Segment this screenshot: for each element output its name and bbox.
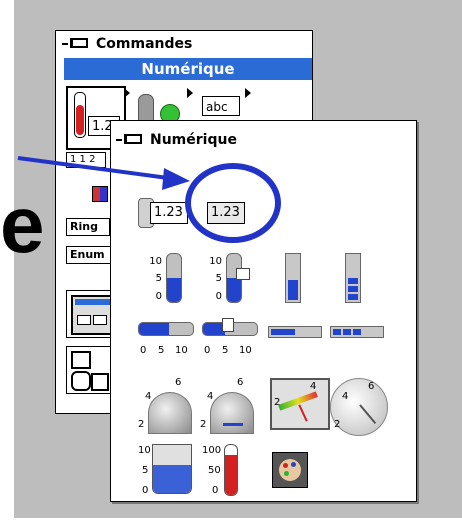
pointer-arrow-icon: [17, 156, 190, 190]
